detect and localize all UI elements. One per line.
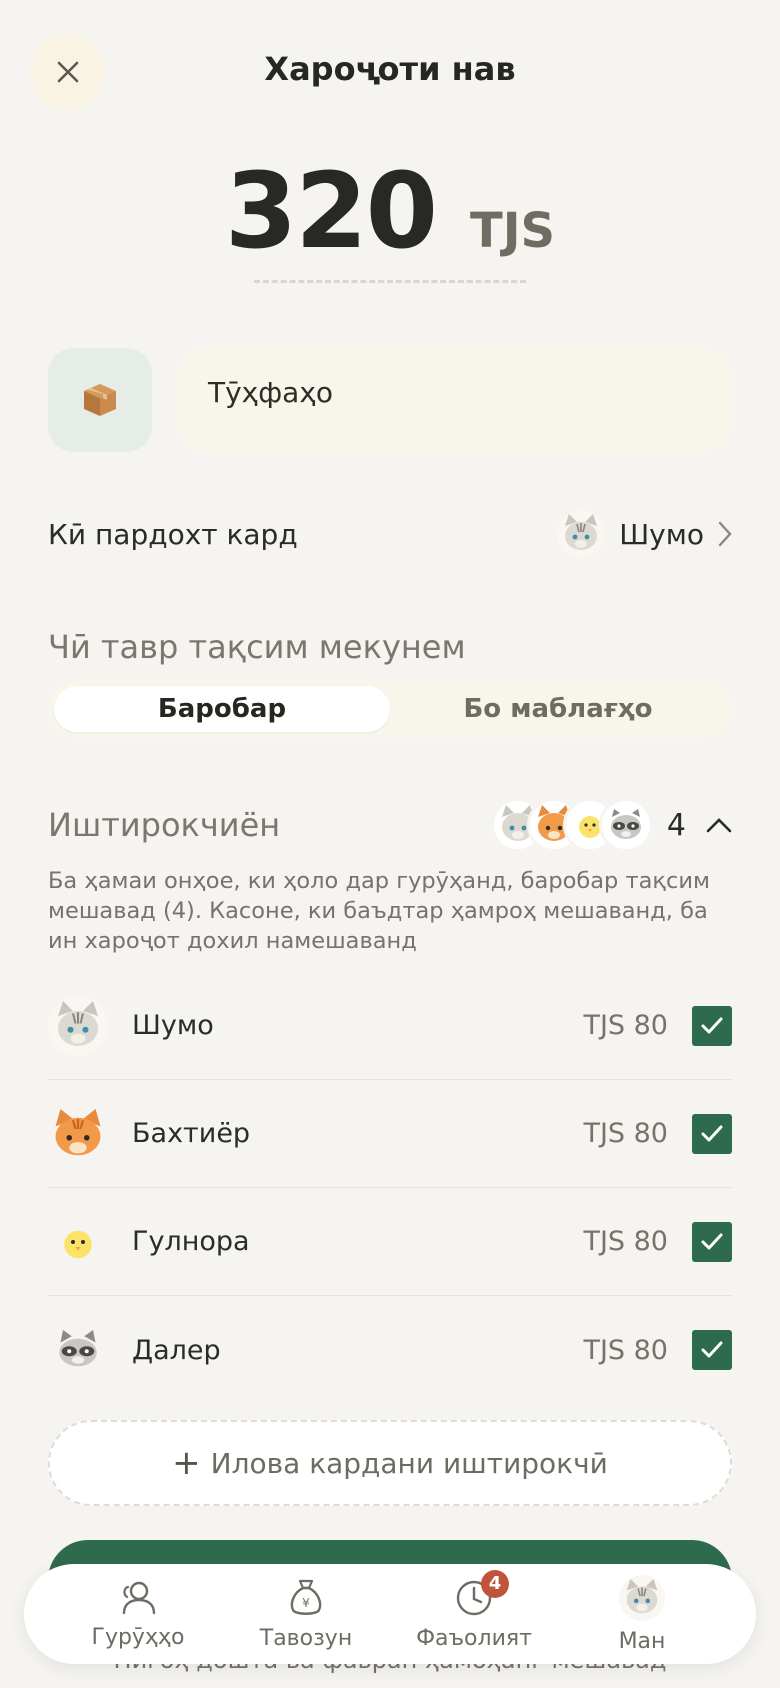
participant-name: Далер bbox=[132, 1334, 221, 1366]
tab-activity[interactable]: 4 Фаъолият bbox=[399, 1569, 549, 1651]
avatar bbox=[48, 1212, 108, 1272]
amount-value: 320 bbox=[224, 150, 438, 272]
tab-me[interactable]: Ман bbox=[567, 1574, 717, 1654]
paid-by-row[interactable]: Кӣ пардохт кард Шумо bbox=[48, 510, 732, 558]
avatar bbox=[48, 995, 108, 1056]
participant-avatar-stack bbox=[490, 798, 653, 852]
participant-checkbox[interactable] bbox=[692, 1113, 732, 1154]
participant-name: Шумо bbox=[132, 1010, 214, 1041]
plus-icon: + bbox=[172, 1443, 201, 1483]
checkmark-icon bbox=[701, 1017, 723, 1033]
people-icon bbox=[122, 1581, 156, 1614]
avatar bbox=[598, 798, 653, 852]
package-icon bbox=[84, 384, 116, 416]
split-method-toggle[interactable]: Баробар Бо маблағҳо bbox=[48, 680, 732, 738]
list-item[interactable]: Далер TJS 80 bbox=[48, 1296, 732, 1404]
list-item[interactable]: Гулнора TJS 80 bbox=[48, 1188, 732, 1296]
split-method-label: Чӣ тавр тақсим мекунем bbox=[48, 628, 466, 666]
description-input[interactable]: Тӯҳфаҳо bbox=[176, 348, 732, 452]
category-button[interactable] bbox=[48, 348, 152, 452]
checkmark-icon bbox=[701, 1233, 723, 1249]
tab-label: Тавозун bbox=[259, 1625, 353, 1651]
amount-display[interactable]: 320 TJS bbox=[0, 150, 780, 272]
money-bag-icon: ¥ bbox=[290, 1579, 322, 1615]
participant-checkbox[interactable] bbox=[692, 1005, 732, 1046]
list-item[interactable]: Шумо TJS 80 bbox=[48, 972, 732, 1080]
avatar bbox=[48, 1104, 108, 1164]
currency-label: TJS bbox=[469, 203, 556, 259]
split-option-amounts[interactable]: Бо маблағҳо bbox=[390, 686, 726, 732]
notification-badge: 4 bbox=[481, 1569, 509, 1598]
participants-label: Иштирокчиён bbox=[48, 806, 281, 844]
avatar bbox=[619, 1574, 665, 1621]
tab-label: Фаъолият bbox=[416, 1625, 532, 1651]
add-participant-button[interactable]: + Илова кардани иштирокчӣ bbox=[48, 1420, 732, 1506]
chevron-up-icon[interactable] bbox=[706, 817, 732, 833]
participant-checkbox[interactable] bbox=[692, 1330, 732, 1370]
split-option-equal[interactable]: Баробар bbox=[54, 686, 390, 732]
participant-checkbox[interactable] bbox=[692, 1221, 732, 1262]
participant-list: Шумо TJS 80 Бахтиёр TJS 80 Гулнора TJS 8… bbox=[48, 972, 732, 1404]
participant-amount: TJS 80 bbox=[583, 1118, 668, 1149]
page-title: Хароҷоти нав bbox=[264, 50, 516, 88]
payer-name: Шумо bbox=[619, 517, 704, 551]
participant-amount: TJS 80 bbox=[583, 1010, 668, 1041]
checkmark-icon bbox=[701, 1341, 723, 1358]
participant-name: Бахтиёр bbox=[132, 1118, 251, 1149]
avatar bbox=[557, 510, 606, 558]
tab-groups[interactable]: Гурӯҳҳо bbox=[63, 1579, 213, 1650]
tab-label: Ман bbox=[618, 1628, 666, 1654]
bottom-tab-bar: Гурӯҳҳо ¥ Тавозун 4 Фаъолият Ман bbox=[24, 1564, 756, 1664]
avatar bbox=[48, 1320, 108, 1380]
chevron-right-icon bbox=[718, 521, 732, 547]
tab-balance[interactable]: ¥ Тавозун bbox=[231, 1578, 381, 1651]
participants-header[interactable]: Иштирокчиён 4 bbox=[48, 798, 732, 852]
split-info-text: Ба ҳамаи онҳое, ки ҳоло дар гурӯҳанд, ба… bbox=[48, 868, 710, 954]
checkmark-icon bbox=[701, 1125, 723, 1141]
participant-amount: TJS 80 bbox=[583, 1334, 668, 1366]
add-participant-label: Илова кардани иштирокчӣ bbox=[210, 1446, 608, 1480]
payer-selector[interactable]: Шумо bbox=[557, 510, 732, 558]
participant-amount: TJS 80 bbox=[583, 1226, 668, 1257]
participant-name: Гулнора bbox=[132, 1226, 250, 1257]
participant-count: 4 bbox=[666, 807, 686, 843]
svg-text:¥: ¥ bbox=[302, 1596, 310, 1610]
tab-label: Гурӯҳҳо bbox=[91, 1624, 185, 1650]
list-item[interactable]: Бахтиёр TJS 80 bbox=[48, 1080, 732, 1188]
paid-by-label: Кӣ пардохт кард bbox=[48, 517, 298, 551]
amount-underline bbox=[254, 280, 526, 283]
